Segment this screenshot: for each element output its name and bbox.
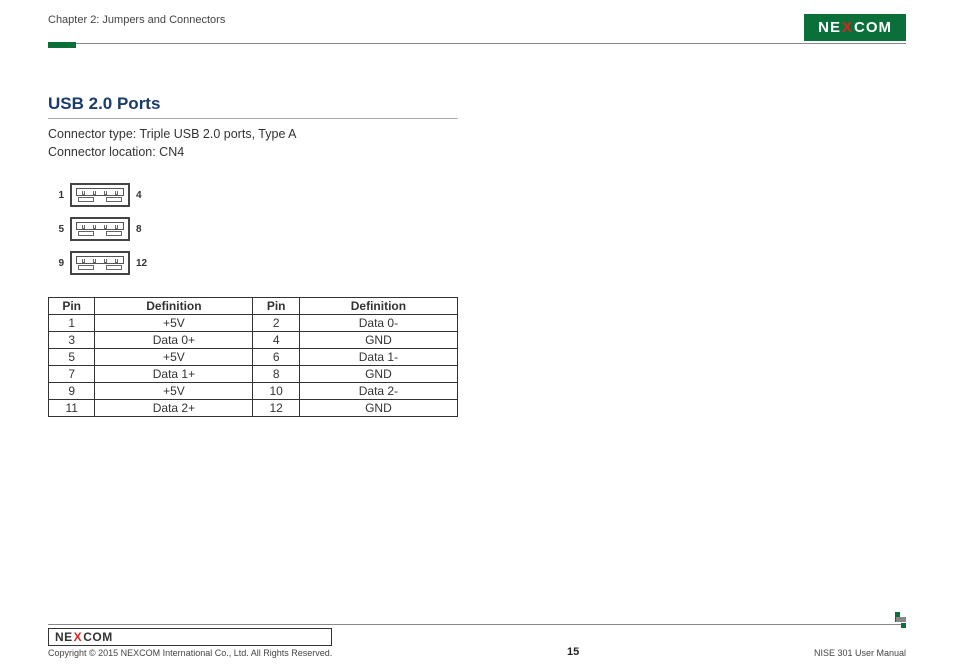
table-row: 1 +5V 2 Data 0-	[49, 315, 458, 332]
cell-pin: 4	[253, 332, 299, 349]
table-row: 11 Data 2+ 12 GND	[49, 400, 458, 417]
section-title: USB 2.0 Ports	[48, 94, 458, 119]
cell-def: Data 2-	[299, 383, 457, 400]
cell-pin: 12	[253, 400, 299, 417]
document-title: NISE 301 User Manual	[814, 648, 906, 658]
table-row: 7 Data 1+ 8 GND	[49, 366, 458, 383]
cell-pin: 5	[49, 349, 95, 366]
cell-pin: 10	[253, 383, 299, 400]
brand-pre: NE	[55, 630, 73, 644]
brand-logo-footer: NE X COM	[48, 628, 332, 646]
footer-rule	[48, 624, 906, 625]
brand-logo-header: NE X COM	[804, 14, 906, 41]
copyright-text: Copyright © 2015 NEXCOM International Co…	[48, 648, 332, 658]
cell-pin: 9	[49, 383, 95, 400]
cell-def: +5V	[95, 349, 253, 366]
cell-pin: 6	[253, 349, 299, 366]
cell-pin: 2	[253, 315, 299, 332]
cell-def: +5V	[95, 315, 253, 332]
th-definition: Definition	[95, 298, 253, 315]
cell-pin: 1	[49, 315, 95, 332]
brand-x-icon: X	[73, 630, 84, 644]
th-definition: Definition	[299, 298, 457, 315]
th-pin: Pin	[253, 298, 299, 315]
pin-label-9: 9	[48, 258, 64, 269]
usb-port-icon	[70, 217, 130, 241]
cell-pin: 11	[49, 400, 95, 417]
usb-port-icon	[70, 183, 130, 207]
cell-def: Data 0+	[95, 332, 253, 349]
cell-def: GND	[299, 400, 457, 417]
footer-mark-icon	[896, 617, 906, 622]
pin-label-8: 8	[136, 224, 152, 235]
connector-location-text: Connector location: CN4	[48, 143, 906, 161]
table-row: 3 Data 0+ 4 GND	[49, 332, 458, 349]
cell-pin: 7	[49, 366, 95, 383]
th-pin: Pin	[49, 298, 95, 315]
cell-def: Data 1+	[95, 366, 253, 383]
table-row: 9 +5V 10 Data 2-	[49, 383, 458, 400]
brand-pre: NE	[818, 19, 841, 36]
cell-def: GND	[299, 366, 457, 383]
cell-def: Data 2+	[95, 400, 253, 417]
pin-label-1: 1	[48, 190, 64, 201]
connector-type-text: Connector type: Triple USB 2.0 ports, Ty…	[48, 125, 906, 143]
table-row: 5 +5V 6 Data 1-	[49, 349, 458, 366]
brand-post: COM	[83, 630, 113, 644]
brand-x-icon: X	[841, 19, 854, 36]
page-number: 15	[567, 646, 579, 658]
cell-pin: 8	[253, 366, 299, 383]
pin-definition-table: Pin Definition Pin Definition 1 +5V 2 Da…	[48, 297, 458, 417]
cell-def: Data 0-	[299, 315, 457, 332]
pin-label-12: 12	[136, 258, 152, 269]
connector-diagram: 1 4 5 8 9 12	[48, 183, 152, 275]
cell-def: Data 1-	[299, 349, 457, 366]
table-header-row: Pin Definition Pin Definition	[49, 298, 458, 315]
footer-mark-icon	[901, 623, 906, 628]
header-rule	[48, 43, 906, 44]
cell-def: +5V	[95, 383, 253, 400]
header-accent-bar	[48, 42, 76, 48]
brand-post: COM	[854, 19, 892, 36]
cell-pin: 3	[49, 332, 95, 349]
chapter-label: Chapter 2: Jumpers and Connectors	[48, 14, 225, 30]
pin-label-4: 4	[136, 190, 152, 201]
pin-label-5: 5	[48, 224, 64, 235]
cell-def: GND	[299, 332, 457, 349]
usb-port-icon	[70, 251, 130, 275]
